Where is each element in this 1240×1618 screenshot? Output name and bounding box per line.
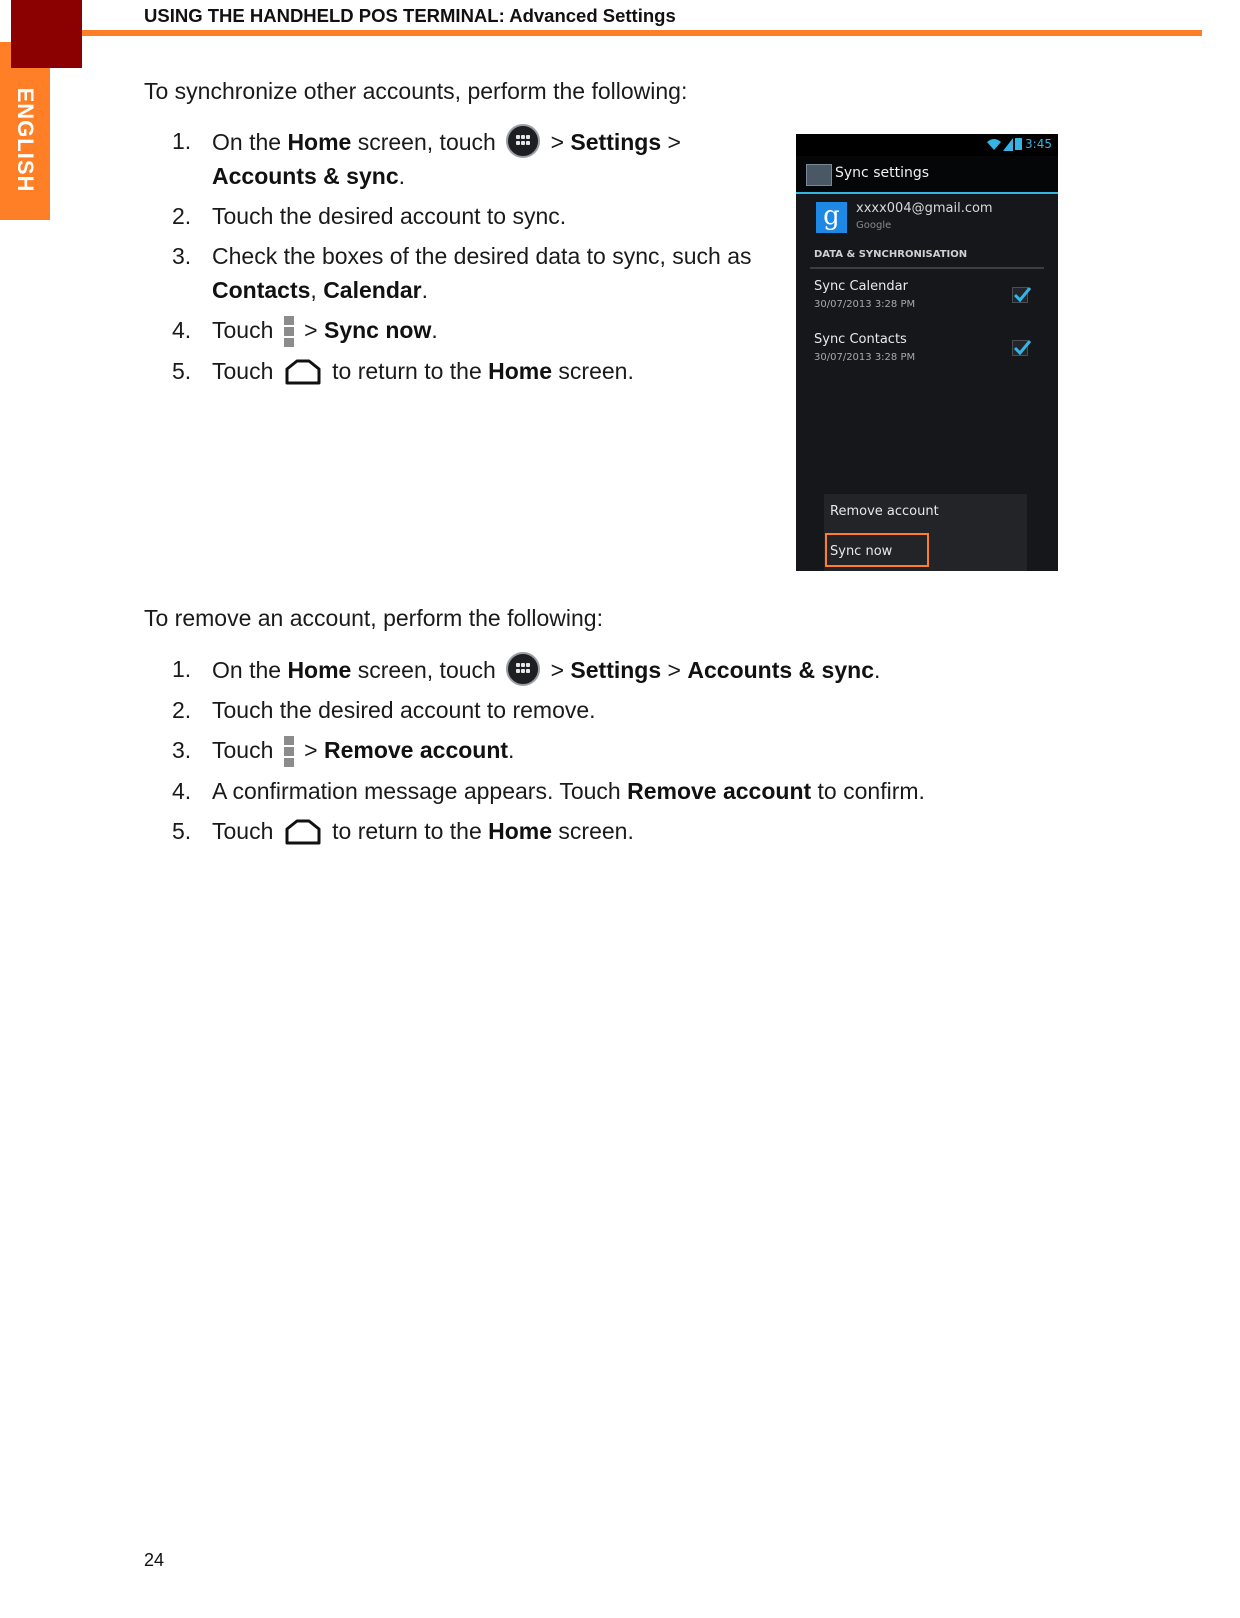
step-number: 3. (172, 737, 192, 763)
step-item: 1. On the Home screen, touch > Settings >… (172, 124, 752, 193)
language-tab-edge (0, 42, 11, 68)
sync-now-highlight (825, 533, 929, 567)
header-rule (82, 30, 1202, 36)
sync-steps-list: 1. On the Home screen, touch > Settings >… (172, 124, 752, 394)
step-number: 2. (172, 203, 192, 229)
step-item: 4. A confirmation message appears. Touch … (172, 774, 925, 808)
sync-intro: To synchronize other accounts, perform t… (144, 78, 688, 104)
section-divider (810, 267, 1044, 269)
step-item: 1. On the Home screen, touch > Settings >… (172, 652, 925, 687)
step-item: 5. Touch to return to the Home screen. (172, 814, 925, 848)
menu-icon (283, 736, 294, 768)
step-item: 2. Touch the desired account to remove. (172, 693, 925, 727)
bold-term: Calendar (323, 277, 422, 303)
bold-term: Home (287, 657, 352, 683)
settings-app-icon (806, 164, 832, 186)
step-number: 1. (172, 656, 192, 682)
bold-term: Accounts & sync (212, 163, 399, 189)
step-item: 5. Touch to return to the Home screen. (172, 354, 752, 388)
check-icon (1013, 340, 1031, 356)
sync-contacts-checkbox (1012, 340, 1031, 356)
language-tab: ENGLISH (0, 68, 50, 220)
step-number: 3. (172, 243, 192, 269)
home-icon (284, 359, 322, 385)
status-time: 3:45 (1025, 137, 1052, 151)
step-item: 3. Check the boxes of the desired data to… (172, 239, 752, 307)
status-bar: 3:45 (796, 134, 1058, 156)
step-number: 1. (172, 128, 192, 154)
sync-calendar-subtitle: 30/07/2013 3:28 PM (814, 299, 916, 310)
bold-term: Sync now (323, 317, 432, 343)
header-brand-block (11, 0, 82, 68)
apps-icon (506, 124, 541, 158)
account-provider: Google (856, 220, 892, 231)
bold-term: Settings (570, 129, 662, 155)
action-bar: Sync settings (796, 156, 1058, 194)
bold-term: Home (488, 358, 553, 384)
bold-term: Remove account (627, 778, 812, 804)
menu-icon (283, 316, 294, 348)
sync-contacts-title: Sync Contacts (814, 332, 907, 347)
bold-term: Settings (570, 657, 662, 683)
bold-term: Accounts & sync (687, 657, 874, 683)
language-tab-label: ENGLISH (13, 87, 38, 193)
wifi-icon (987, 139, 1001, 150)
remove-steps-list: 1. On the Home screen, touch > Settings >… (172, 652, 925, 854)
step-number: 5. (172, 358, 192, 384)
step-item: 3. Touch > Remove account. (172, 733, 925, 768)
phone-screenshot: 3:45 Sync settings g xxxx004@gmail.com G… (796, 134, 1058, 571)
section-header: DATA & SYNCHRONISATION (814, 249, 968, 260)
apps-icon (506, 652, 541, 686)
bold-term: Home (488, 818, 553, 844)
sync-calendar-checkbox (1012, 287, 1031, 303)
step-number: 4. (172, 778, 192, 804)
battery-icon (1015, 138, 1022, 150)
step-number: 5. (172, 818, 192, 844)
action-bar-title: Sync settings (835, 165, 930, 181)
sync-contacts-subtitle: 30/07/2013 3:28 PM (814, 352, 916, 363)
home-icon (284, 819, 322, 845)
page-number: 24 (144, 1550, 165, 1570)
signal-icon (1003, 138, 1013, 151)
google-icon: g (816, 202, 847, 233)
step-item: 4. Touch > Sync now. (172, 313, 752, 348)
menu-remove-account: Remove account (830, 504, 939, 519)
remove-intro: To remove an account, perform the follow… (144, 605, 603, 631)
account-email: xxxx004@gmail.com (856, 201, 993, 216)
step-number: 4. (172, 317, 192, 343)
bold-term: Contacts (212, 277, 311, 303)
bold-term: Remove account (323, 737, 509, 763)
sync-calendar-title: Sync Calendar (814, 279, 908, 294)
check-icon (1013, 287, 1031, 303)
page-header-title: USING THE HANDHELD POS TERMINAL: Advance… (144, 5, 676, 26)
step-number: 2. (172, 697, 192, 723)
step-item: 2. Touch the desired account to sync. (172, 199, 752, 233)
bold-term: Home (287, 129, 352, 155)
